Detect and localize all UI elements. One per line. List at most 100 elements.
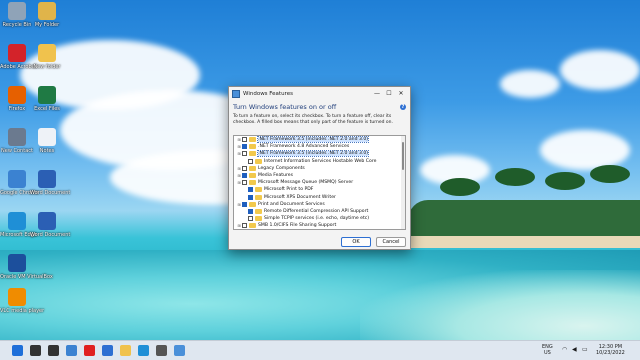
firefox-icon xyxy=(8,86,26,104)
title-bar[interactable]: Windows Features — ☐ ✕ xyxy=(229,87,410,100)
desktop-icon[interactable]: Excel Files xyxy=(30,86,64,112)
desktop-icon[interactable]: My Folder xyxy=(30,2,64,28)
desktop-icon[interactable]: Word Document xyxy=(30,212,71,238)
task-view-icon[interactable] xyxy=(48,345,59,356)
feature-row[interactable]: ⊞ SMB 1.0/CIFS File Sharing Support xyxy=(234,222,405,229)
battery-icon[interactable]: ▭ xyxy=(582,347,588,353)
folder-icon xyxy=(249,137,256,143)
feature-label: Media Features xyxy=(258,173,294,179)
feature-checkbox[interactable] xyxy=(248,216,253,222)
edge-icon xyxy=(8,212,26,230)
windows-features-icon xyxy=(232,89,240,98)
close-button[interactable]: ✕ xyxy=(395,90,407,97)
feature-row[interactable]: Simple TCPIP services (i.e. echo, daytim… xyxy=(234,215,405,222)
desktop-icon[interactable]: Adobe Acrobat xyxy=(0,44,37,70)
feature-row[interactable]: ⊞ Legacy Components xyxy=(234,165,405,172)
folder-icon xyxy=(255,187,262,193)
desktop-icon-label: Microsoft Edge xyxy=(0,232,37,238)
feature-label: Microsoft Message Queue (MSMQ) Server xyxy=(258,180,354,186)
folder-icon xyxy=(249,173,256,179)
folder-icon xyxy=(249,180,256,186)
minimize-button[interactable]: — xyxy=(371,90,383,97)
desktop-icon-label: Oracle VM VirtualBox xyxy=(0,274,53,280)
acrobat-icon xyxy=(8,44,26,62)
feature-checkbox[interactable] xyxy=(248,208,253,214)
cancel-button[interactable]: Cancel xyxy=(376,237,406,247)
desktop-icon[interactable]: VLC media player xyxy=(0,288,45,314)
folder-icon xyxy=(38,44,56,62)
windows-features-dialog[interactable]: Windows Features — ☐ ✕ Turn Windows feat… xyxy=(228,86,411,250)
feature-row[interactable]: Remote Differential Compression API Supp… xyxy=(234,208,405,215)
contact-card-icon xyxy=(8,128,26,146)
feature-checkbox[interactable] xyxy=(242,173,247,179)
file-explorer-icon[interactable] xyxy=(120,345,131,356)
feature-row[interactable]: ⊞ .NET Framework 3.5 (includes .NET 2.0 a… xyxy=(234,136,405,144)
desktop-icon[interactable]: Firefox xyxy=(0,86,34,112)
feature-checkbox[interactable] xyxy=(242,151,247,157)
feature-checkbox[interactable] xyxy=(242,180,247,186)
beach xyxy=(400,236,640,248)
clock[interactable]: 12:30 PM 10/23/2022 xyxy=(596,344,625,356)
feature-row[interactable]: Internet Information Services Hostable W… xyxy=(234,158,405,165)
desktop-icon[interactable]: New Contact xyxy=(0,128,34,154)
feature-checkbox[interactable] xyxy=(242,201,247,207)
language-indicator[interactable]: ENG US xyxy=(542,344,553,356)
feature-checkbox[interactable] xyxy=(248,158,253,164)
features-tree[interactable]: ⊞ .NET Framework 3.5 (includes .NET 2.0 a… xyxy=(233,135,406,230)
mail-icon[interactable] xyxy=(102,345,113,356)
vertical-scrollbar[interactable] xyxy=(401,136,405,229)
start-icon[interactable] xyxy=(12,345,23,356)
feature-checkbox[interactable] xyxy=(242,165,247,171)
feature-label: Legacy Components xyxy=(258,165,305,171)
edge-icon[interactable] xyxy=(138,345,149,356)
feature-row[interactable]: ⊞ Print and Document Services xyxy=(234,201,405,208)
desktop-icon[interactable]: Oracle VM VirtualBox xyxy=(0,254,53,280)
scrollbar-thumb[interactable] xyxy=(402,142,404,170)
search-icon[interactable] xyxy=(30,345,41,356)
feature-row[interactable]: ⊞ .NET Framework 4.8 Advanced Services xyxy=(234,143,405,150)
feature-checkbox[interactable] xyxy=(248,194,253,200)
document-icon xyxy=(38,128,56,146)
desktop-icon[interactable]: Recycle Bin xyxy=(0,2,34,28)
window-title: Windows Features xyxy=(243,90,293,97)
feature-label: Remote Differential Compression API Supp… xyxy=(264,208,369,214)
chrome-icon[interactable] xyxy=(66,345,77,356)
feature-row[interactable]: ⊞ .NET Framework 3.5 (includes .NET 2.0 a… xyxy=(234,150,405,158)
dialog-description: To turn a feature on, select its checkbo… xyxy=(233,114,393,125)
wifi-icon[interactable]: ◠ xyxy=(562,347,567,353)
youtube-icon[interactable] xyxy=(84,345,95,356)
feature-checkbox[interactable] xyxy=(242,144,247,150)
help-icon[interactable]: ? xyxy=(400,104,406,110)
ok-button[interactable]: OK xyxy=(341,237,371,247)
folder-icon xyxy=(255,208,262,214)
desktop-icon[interactable]: Google Chrome xyxy=(0,170,39,196)
desktop-icon-label: Excel Files xyxy=(34,106,60,112)
desktop-icon-label: VLC media player xyxy=(0,308,45,314)
volume-icon[interactable]: ◀ xyxy=(572,347,577,353)
word-icon xyxy=(38,170,56,188)
feature-label: Print and Document Services xyxy=(258,201,325,207)
feature-label: Microsoft Print to PDF xyxy=(264,187,314,193)
feature-label: Simple TCPIP services (i.e. echo, daytim… xyxy=(264,216,370,222)
windows-features-icon[interactable] xyxy=(174,345,185,356)
feature-row[interactable]: Microsoft XPS Document Writer xyxy=(234,194,405,201)
feature-row[interactable]: ⊞ Media Features xyxy=(234,172,405,179)
desktop-icon[interactable]: Notes xyxy=(30,128,64,154)
palm-tree xyxy=(545,172,585,190)
region-label: US xyxy=(543,350,551,356)
desktop-icon[interactable]: Microsoft Edge xyxy=(0,212,37,238)
feature-row[interactable]: Microsoft Print to PDF xyxy=(234,186,405,193)
sandbar xyxy=(360,270,640,340)
desktop-icon-label: New Contact xyxy=(1,148,33,154)
desktop-icon[interactable]: New folder xyxy=(30,44,64,70)
feature-checkbox[interactable] xyxy=(242,137,247,143)
settings-icon[interactable] xyxy=(156,345,167,356)
feature-row[interactable]: ⊞ Microsoft Message Queue (MSMQ) Server xyxy=(234,179,405,186)
feature-label: Internet Information Services Hostable W… xyxy=(264,158,377,164)
desktop-icon[interactable]: Word Document xyxy=(30,170,70,196)
feature-checkbox[interactable] xyxy=(248,187,253,193)
desktop-icon-label: Word Document xyxy=(30,232,71,238)
taskbar: ENG US ◠ ◀ ▭ 12:30 PM 10/23/2022 xyxy=(0,340,640,360)
feature-checkbox[interactable] xyxy=(242,223,247,229)
maximize-button[interactable]: ☐ xyxy=(383,90,395,97)
